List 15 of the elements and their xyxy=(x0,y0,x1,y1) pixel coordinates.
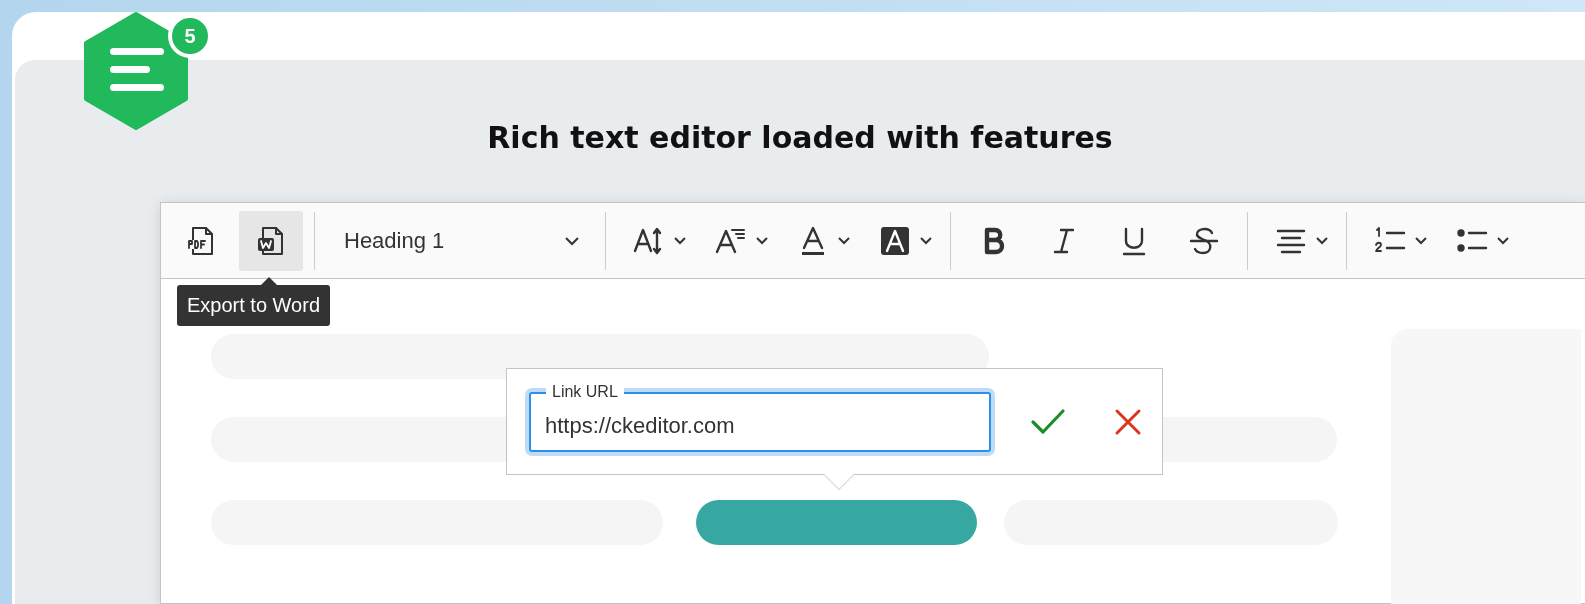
page-title: Rich text editor loaded with features xyxy=(486,119,1114,157)
chevron-down-icon xyxy=(837,236,851,245)
heading-dropdown[interactable]: Heading 1 xyxy=(326,210,594,271)
tooltip: Export to Word xyxy=(177,285,331,326)
tooltip-pointer xyxy=(261,277,277,285)
chevron-down-icon xyxy=(673,236,687,245)
chevron-down-icon xyxy=(564,235,580,246)
close-icon xyxy=(1114,407,1142,436)
checkmark-icon xyxy=(1030,407,1066,436)
chevron-down-icon xyxy=(1315,236,1329,245)
chevron-down-icon xyxy=(755,236,769,245)
chevron-down-icon xyxy=(1496,236,1510,245)
chevron-down-icon xyxy=(1414,236,1428,245)
word-file-button[interactable] xyxy=(239,210,303,271)
chevron-down-icon xyxy=(919,236,933,245)
